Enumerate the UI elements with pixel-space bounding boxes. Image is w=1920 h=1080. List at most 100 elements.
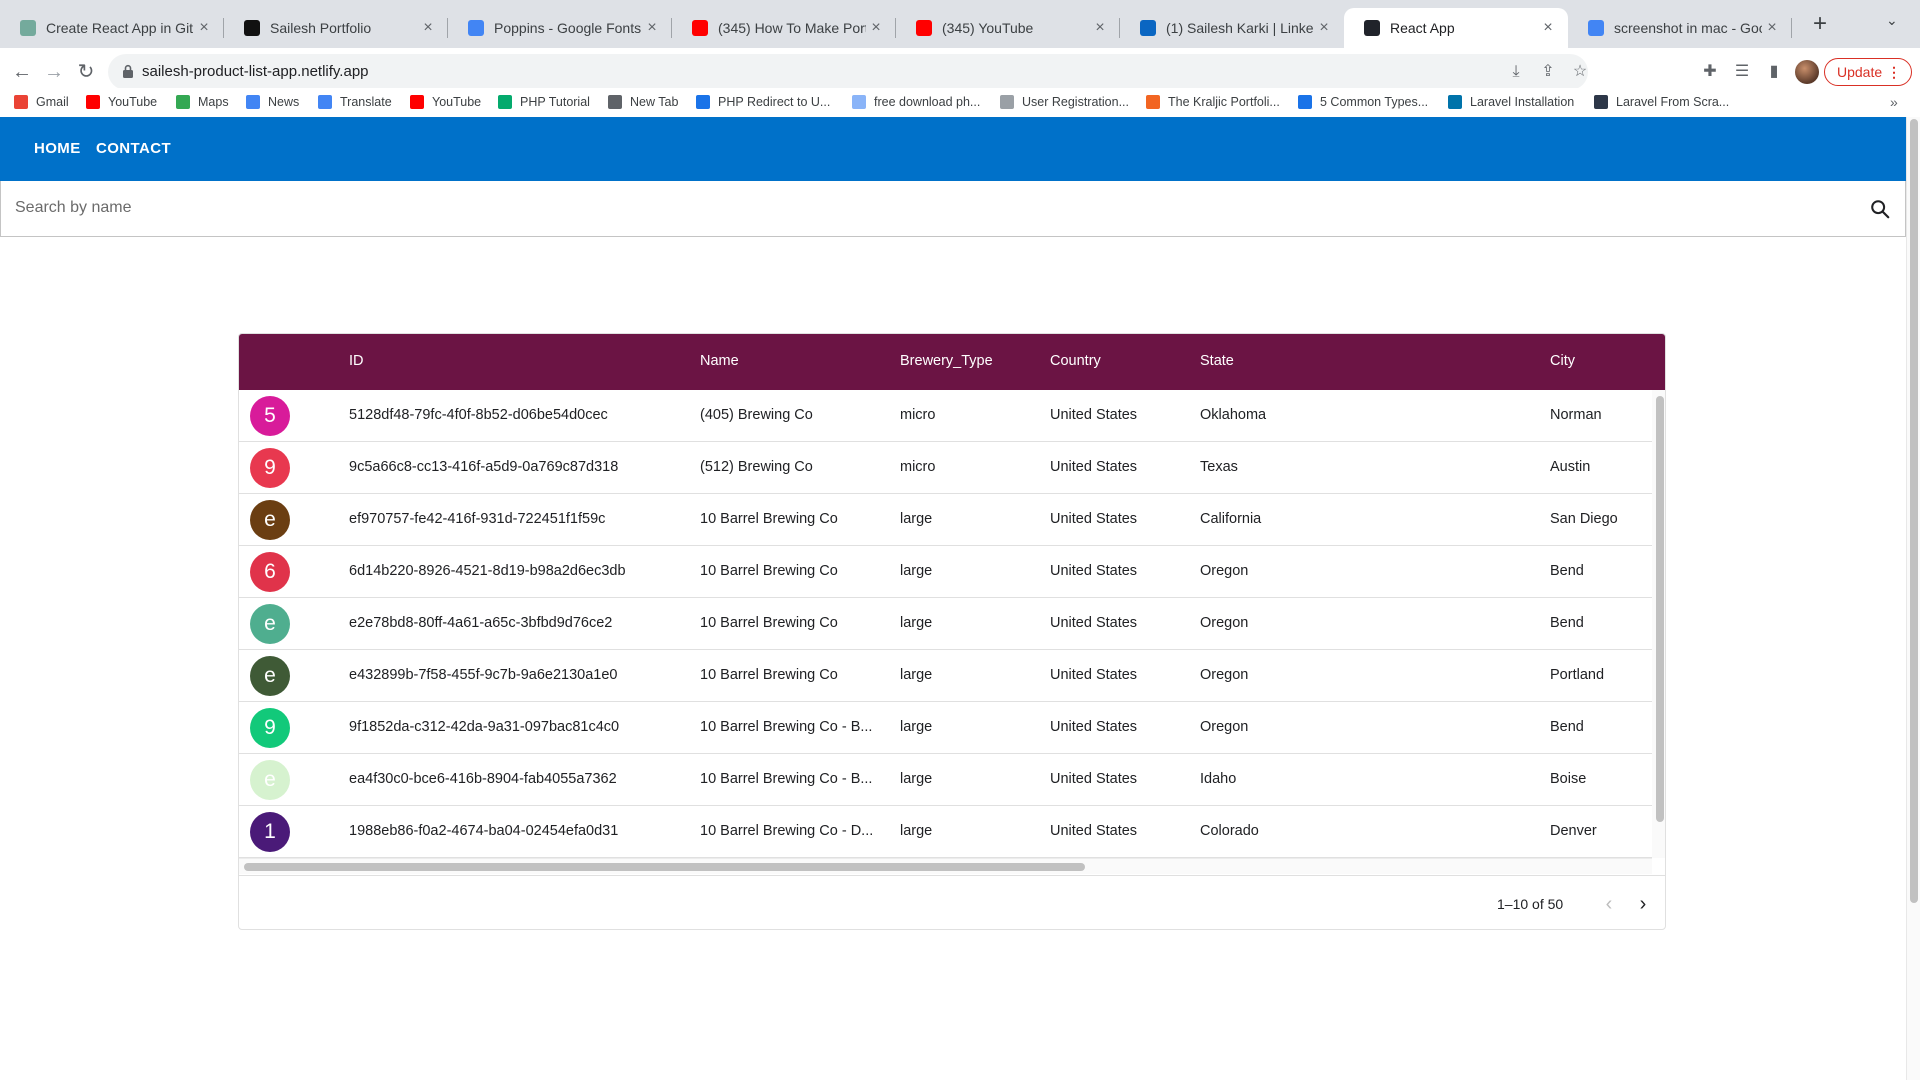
bookmark-item[interactable]: PHP Redirect to U... — [696, 95, 830, 109]
browser-tab[interactable]: Sailesh Portfolio × — [224, 8, 448, 48]
cell-country: United States — [1050, 823, 1138, 839]
bookmark-item[interactable]: User Registration... — [1000, 95, 1129, 109]
browser-tab[interactable]: (345) How To Make Portfolio× — [672, 8, 896, 48]
column-header-name[interactable]: Name — [700, 353, 739, 369]
table-row[interactable]: e ea4f30c0-bce6-416b-8904-fab4055a7362 1… — [239, 754, 1652, 806]
table-row[interactable]: 1 1988eb86-f0a2-4674-ba04-02454efa0d31 1… — [239, 806, 1652, 858]
tab-close-icon[interactable]: × — [194, 19, 214, 37]
youtube-icon — [916, 20, 932, 36]
bookmark-item[interactable]: Laravel From Scra... — [1594, 95, 1729, 109]
search-input[interactable] — [15, 181, 1815, 235]
reload-icon[interactable]: ↻ — [72, 58, 100, 86]
tab-close-icon[interactable]: × — [1762, 19, 1782, 37]
bookmark-item[interactable]: 5 Common Types... — [1298, 95, 1428, 109]
table-row[interactable]: e e432899b-7f58-455f-9c7b-9a6e2130a1e0 1… — [239, 650, 1652, 702]
cell-state: Oklahoma — [1200, 407, 1267, 423]
new-tab-button[interactable]: + — [1808, 12, 1832, 36]
nav-home-link[interactable]: HOME — [34, 140, 81, 157]
column-header-city[interactable]: City — [1550, 353, 1575, 369]
forward-arrow-icon[interactable]: → — [40, 58, 68, 86]
cell-state: Oregon — [1200, 615, 1249, 631]
cell-state: Oregon — [1200, 667, 1249, 683]
tab-close-icon[interactable]: × — [866, 19, 886, 37]
browser-tab[interactable]: Create React App in Git × — [0, 8, 224, 48]
bookmark-item[interactable]: YouTube — [410, 95, 481, 109]
share-icon[interactable]: ⇪ — [1538, 62, 1558, 82]
table-row[interactable]: 9 9c5a66c8-cc13-416f-a5d9-0a769c87d318 (… — [239, 442, 1652, 494]
cell-name: 10 Barrel Brewing Co - D... — [700, 823, 874, 839]
column-header-country[interactable]: Country — [1050, 353, 1101, 369]
reading-list-icon[interactable]: ☰ — [1732, 62, 1752, 82]
more-bookmarks-icon[interactable]: » — [1890, 94, 1898, 110]
row-avatar-badge: 9 — [250, 448, 290, 488]
browser-tab[interactable]: Poppins - Google Fonts × — [448, 8, 672, 48]
table-vertical-scrollbar[interactable] — [1652, 390, 1665, 858]
browser-tab[interactable]: React App × — [1344, 8, 1568, 48]
table-row[interactable]: 5 5128df48-79fc-4f0f-8b52-d06be54d0cec (… — [239, 390, 1652, 442]
news-icon — [246, 95, 260, 109]
bookmark-label: Laravel Installation — [1470, 95, 1575, 109]
cell-city: Bend — [1550, 615, 1584, 631]
back-arrow-icon[interactable]: ← — [8, 58, 36, 86]
kebab-menu-icon: ⋮ — [1887, 64, 1901, 80]
bookmark-item[interactable]: PHP Tutorial — [498, 95, 590, 109]
column-header-state[interactable]: State — [1200, 353, 1234, 369]
browser-tab[interactable]: (345) YouTube × — [896, 8, 1120, 48]
side-panel-icon[interactable]: ▮ — [1764, 62, 1784, 82]
extensions-puzzle-icon[interactable]: ✚ — [1700, 62, 1720, 82]
bookmark-label: User Registration... — [1022, 95, 1129, 109]
previous-page-chevron-icon[interactable]: ‹ — [1596, 891, 1622, 917]
profile-avatar[interactable] — [1795, 60, 1819, 84]
bookmark-item[interactable]: Laravel Installation — [1448, 95, 1574, 109]
cell-id: e2e78bd8-80ff-4a61-a65c-3bfbd9d76ce2 — [349, 615, 613, 631]
nav-contact-link[interactable]: CONTACT — [96, 140, 171, 157]
pagination-footer: 1–10 of 50 ‹ › — [239, 875, 1665, 929]
bookmark-item[interactable]: The Kraljic Portfoli... — [1146, 95, 1280, 109]
vertical-scroll-thumb[interactable] — [1656, 396, 1664, 822]
cell-brewery-type: large — [900, 563, 933, 579]
bookmark-item[interactable]: YouTube — [86, 95, 157, 109]
page-vertical-scrollbar[interactable] — [1906, 117, 1920, 1080]
page-scroll-thumb[interactable] — [1910, 119, 1918, 903]
bookmark-item[interactable]: Maps — [176, 95, 229, 109]
table-row[interactable]: 9 9f1852da-c312-42da-9a31-097bac81c4c0 1… — [239, 702, 1652, 754]
column-header-brewery-type[interactable]: Brewery_Type — [900, 353, 993, 369]
next-page-chevron-icon[interactable]: › — [1630, 891, 1656, 917]
install-app-icon[interactable]: ⤓ — [1506, 62, 1526, 82]
bookmark-item[interactable]: free download ph... — [852, 95, 980, 109]
globe-icon — [608, 95, 622, 109]
browser-tab[interactable]: screenshot in mac - Google× — [1568, 8, 1792, 48]
row-avatar-badge: e — [250, 500, 290, 540]
lock-icon — [123, 64, 133, 78]
bookmark-star-icon[interactable]: ☆ — [1570, 62, 1590, 82]
page-viewport: HOME CONTACT ID Name Brewery_Type Countr… — [0, 117, 1920, 1080]
tab-separator — [1791, 18, 1792, 38]
cell-id: 9c5a66c8-cc13-416f-a5d9-0a769c87d318 — [349, 459, 619, 475]
tab-search-chevron-icon[interactable]: ⌄ — [1886, 12, 1898, 29]
tab-close-icon[interactable]: × — [1314, 19, 1334, 37]
w-icon — [1448, 95, 1462, 109]
bookmark-item[interactable]: News — [246, 95, 299, 109]
update-button[interactable]: Update ⋮ — [1824, 58, 1912, 86]
cell-name: 10 Barrel Brewing Co — [700, 511, 838, 527]
tab-close-icon[interactable]: × — [1090, 19, 1110, 37]
table-row[interactable]: e e2e78bd8-80ff-4a61-a65c-3bfbd9d76ce2 1… — [239, 598, 1652, 650]
browser-tab[interactable]: (1) Sailesh Karki | LinkedIn× — [1120, 8, 1344, 48]
table-horizontal-scrollbar[interactable] — [239, 858, 1652, 874]
horizontal-scroll-thumb[interactable] — [244, 863, 1085, 871]
cell-country: United States — [1050, 615, 1138, 631]
bookmark-item[interactable]: Gmail — [14, 95, 69, 109]
bookmark-item[interactable]: Translate — [318, 95, 392, 109]
address-bar[interactable]: sailesh-product-list-app.netlify.app ⤓ ⇪… — [108, 54, 1588, 90]
cell-city: Norman — [1550, 407, 1602, 423]
column-header-id[interactable]: ID — [349, 353, 364, 369]
search-icon[interactable] — [1869, 198, 1891, 220]
tab-close-icon[interactable]: × — [1538, 19, 1558, 37]
bookmark-item[interactable]: New Tab — [608, 95, 678, 109]
table-row[interactable]: 6 6d14b220-8926-4521-8d19-b98a2d6ec3db 1… — [239, 546, 1652, 598]
tab-close-icon[interactable]: × — [642, 19, 662, 37]
cell-id: 5128df48-79fc-4f0f-8b52-d06be54d0cec — [349, 407, 608, 423]
tab-close-icon[interactable]: × — [418, 19, 438, 37]
table-row[interactable]: e ef970757-fe42-416f-931d-722451f1f59c 1… — [239, 494, 1652, 546]
row-avatar-badge: 9 — [250, 708, 290, 748]
